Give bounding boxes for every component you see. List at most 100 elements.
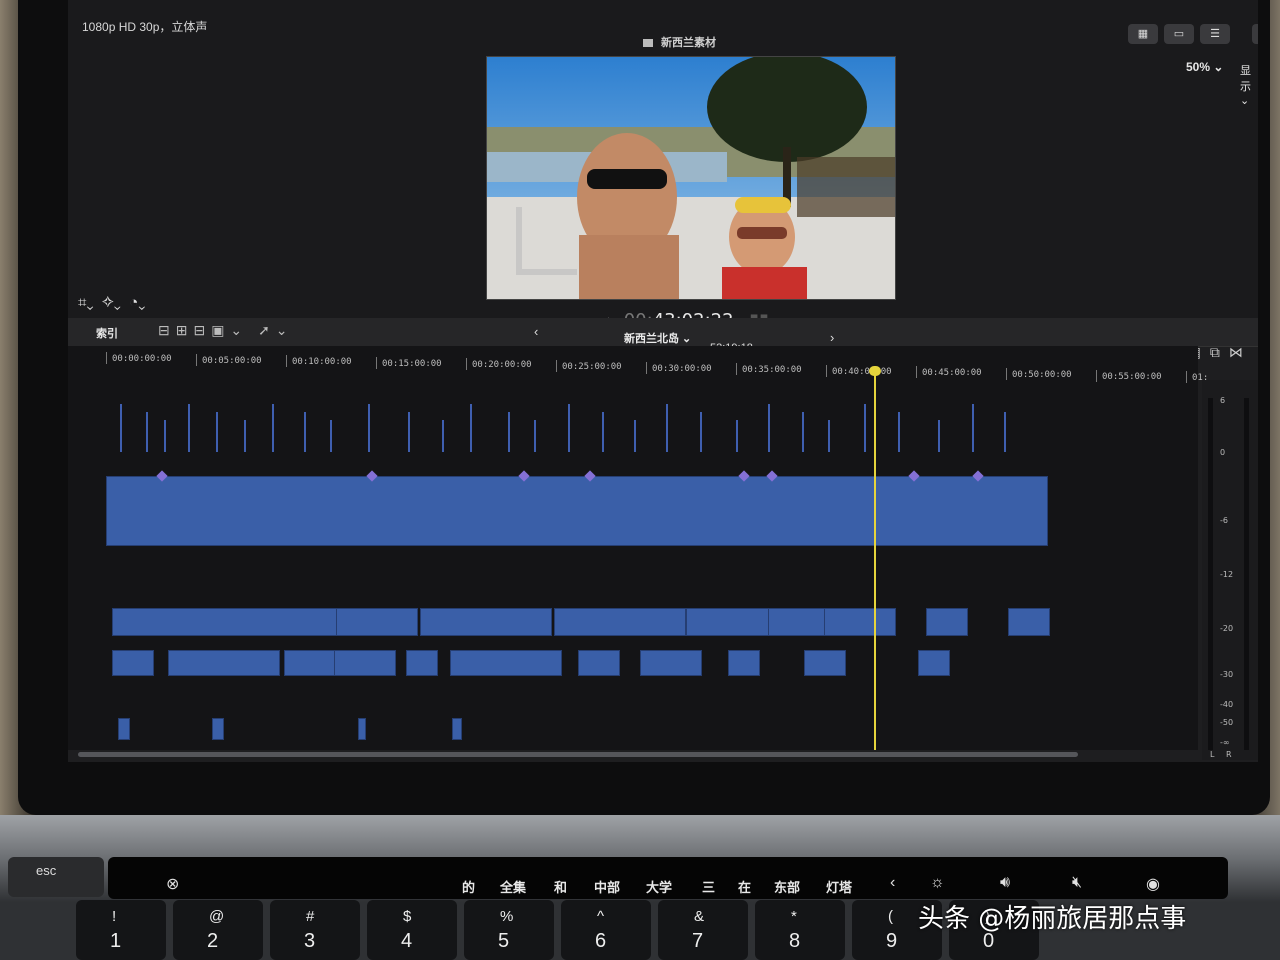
number-key[interactable]: @2 [173, 900, 263, 960]
connected-clip[interactable] [938, 420, 940, 452]
number-key[interactable]: ^ 6 [561, 900, 651, 960]
audio-clip-row1[interactable] [420, 608, 552, 636]
connected-clip[interactable] [634, 420, 636, 452]
connected-clip[interactable] [470, 404, 472, 452]
audio-clip-row2[interactable] [578, 650, 620, 676]
filmstrip-view-button[interactable]: ▭ [1164, 24, 1194, 44]
display-dropdown[interactable]: 显示 ⌄ [1240, 62, 1258, 107]
connected-clip[interactable] [534, 420, 536, 452]
connected-clip[interactable] [700, 412, 702, 452]
audio-clip-row2[interactable] [918, 650, 950, 676]
volume-icon[interactable]: 🔊︎ [1000, 874, 1010, 892]
timeline-name-dropdown[interactable]: 新西兰北岛 ⌄ [624, 330, 691, 346]
audio-clip-row2[interactable] [406, 650, 438, 676]
crop-tool-icon[interactable]: ⌗⌄ [78, 294, 94, 311]
zoom-dropdown[interactable]: 50% ⌄ [1186, 60, 1223, 74]
audio-clip-row1[interactable] [768, 608, 830, 636]
timeline-scrollbar[interactable] [78, 752, 1078, 757]
connected-clip[interactable] [736, 420, 738, 452]
connected-clip[interactable] [330, 420, 332, 452]
connected-clip[interactable] [666, 404, 668, 452]
collapse-icon[interactable]: ‹ [890, 874, 895, 892]
number-key[interactable]: #3 [270, 900, 360, 960]
enhance-tool-icon[interactable]: ✧⌄ [102, 294, 121, 311]
mute-icon[interactable]: 🔇︎ [1072, 874, 1082, 892]
audio-clip-row2[interactable] [640, 650, 702, 676]
speed-tool-icon[interactable]: ◔⌄ [129, 294, 145, 311]
connected-clip[interactable] [972, 404, 974, 452]
append-clip-icon[interactable]: ⊟ [193, 322, 211, 338]
connected-clip[interactable] [768, 404, 770, 452]
touch-bar-suggestion[interactable]: 和 [554, 877, 567, 896]
connected-clip[interactable] [828, 420, 830, 452]
number-key[interactable]: % 5 [464, 900, 554, 960]
touch-bar-suggestion[interactable]: 的 [462, 877, 475, 896]
audio-clip-row1[interactable] [112, 608, 374, 636]
timeline-forward-button[interactable]: › [830, 330, 834, 345]
number-key[interactable]: & 7 [658, 900, 748, 960]
audio-clip-row2[interactable] [728, 650, 760, 676]
siri-icon[interactable]: ◉ [1146, 874, 1160, 894]
number-key[interactable]: ! 1 [76, 900, 166, 960]
connected-clip[interactable] [442, 420, 444, 452]
effects-browser-icon[interactable]: ⧉ [1210, 344, 1229, 360]
connected-clip[interactable] [408, 412, 410, 452]
connected-clip[interactable] [1004, 412, 1006, 452]
number-key[interactable]: $4 [367, 900, 457, 960]
audio-clip-row3[interactable] [358, 718, 366, 740]
touch-bar-suggestion[interactable]: 灯塔 [826, 877, 852, 896]
close-icon[interactable]: ⊗ [166, 874, 179, 894]
transitions-browser-icon[interactable]: ⋈ [1229, 344, 1252, 360]
touch-bar-suggestion[interactable]: 在 [738, 877, 751, 896]
touch-bar-suggestion[interactable]: 中部 [594, 877, 620, 896]
connected-clip[interactable] [146, 412, 148, 452]
primary-storyline[interactable] [106, 476, 1048, 546]
audio-clip-row1[interactable] [554, 608, 686, 636]
connected-clip[interactable] [898, 412, 900, 452]
number-key[interactable]: * 8 [755, 900, 845, 960]
esc-key[interactable]: esc [8, 857, 104, 897]
connected-clip[interactable] [304, 412, 306, 452]
touch-bar-suggestion[interactable]: 三 [702, 877, 715, 896]
insert-clip-icon[interactable]: ⊞ [176, 322, 194, 338]
connected-clip[interactable] [864, 404, 866, 452]
touch-bar-suggestion[interactable]: 东部 [774, 877, 800, 896]
share-button[interactable]: ⇪ [1252, 24, 1258, 44]
audio-clip-row2[interactable] [112, 650, 154, 676]
audio-clip-row3[interactable] [212, 718, 224, 740]
audio-clip-row2[interactable] [168, 650, 280, 676]
connected-clip[interactable] [568, 404, 570, 452]
brightness-icon[interactable]: ☼ [930, 874, 945, 892]
connected-clip[interactable] [272, 404, 274, 452]
connected-clip[interactable] [120, 404, 122, 452]
inspector-button[interactable]: ☰ [1200, 24, 1230, 44]
index-button[interactable]: 索引 [96, 325, 118, 341]
select-tool-icon[interactable]: ➚⌄ [258, 322, 293, 338]
audio-clip-row2[interactable] [334, 650, 396, 676]
timeline-area[interactable]: 00:00:00:00 00:05:00:00 00:10:00:00 00:15:0… [68, 346, 1208, 750]
timeline-back-button[interactable]: ‹ [534, 324, 538, 339]
audio-clip-row1[interactable] [824, 608, 896, 636]
connected-clip[interactable] [602, 412, 604, 452]
connected-clip[interactable] [508, 412, 510, 452]
audio-clip-row2[interactable] [804, 650, 846, 676]
connected-clip[interactable] [216, 412, 218, 452]
connected-clip[interactable] [188, 404, 190, 452]
audio-clip-row1[interactable] [1008, 608, 1050, 636]
audio-clip-row3[interactable] [452, 718, 462, 740]
audio-clip-row1[interactable] [336, 608, 418, 636]
connected-clip[interactable] [368, 404, 370, 452]
touch-bar-suggestion[interactable]: 全集 [500, 877, 526, 896]
connected-clip[interactable] [802, 412, 804, 452]
connect-clip-icon[interactable]: ⊟ [158, 322, 176, 338]
playhead[interactable] [874, 370, 876, 750]
touch-bar-suggestion[interactable]: 大学 [646, 877, 672, 896]
audio-clip-row1[interactable] [926, 608, 968, 636]
connected-clip[interactable] [244, 420, 246, 452]
audio-clip-row2[interactable] [284, 650, 336, 676]
overwrite-clip-icon[interactable]: ▣⌄ [211, 322, 248, 338]
grid-view-button[interactable]: ▦ [1128, 24, 1158, 44]
audio-clip-row1[interactable] [686, 608, 778, 636]
connected-clip[interactable] [164, 420, 166, 452]
audio-clip-row2[interactable] [450, 650, 562, 676]
